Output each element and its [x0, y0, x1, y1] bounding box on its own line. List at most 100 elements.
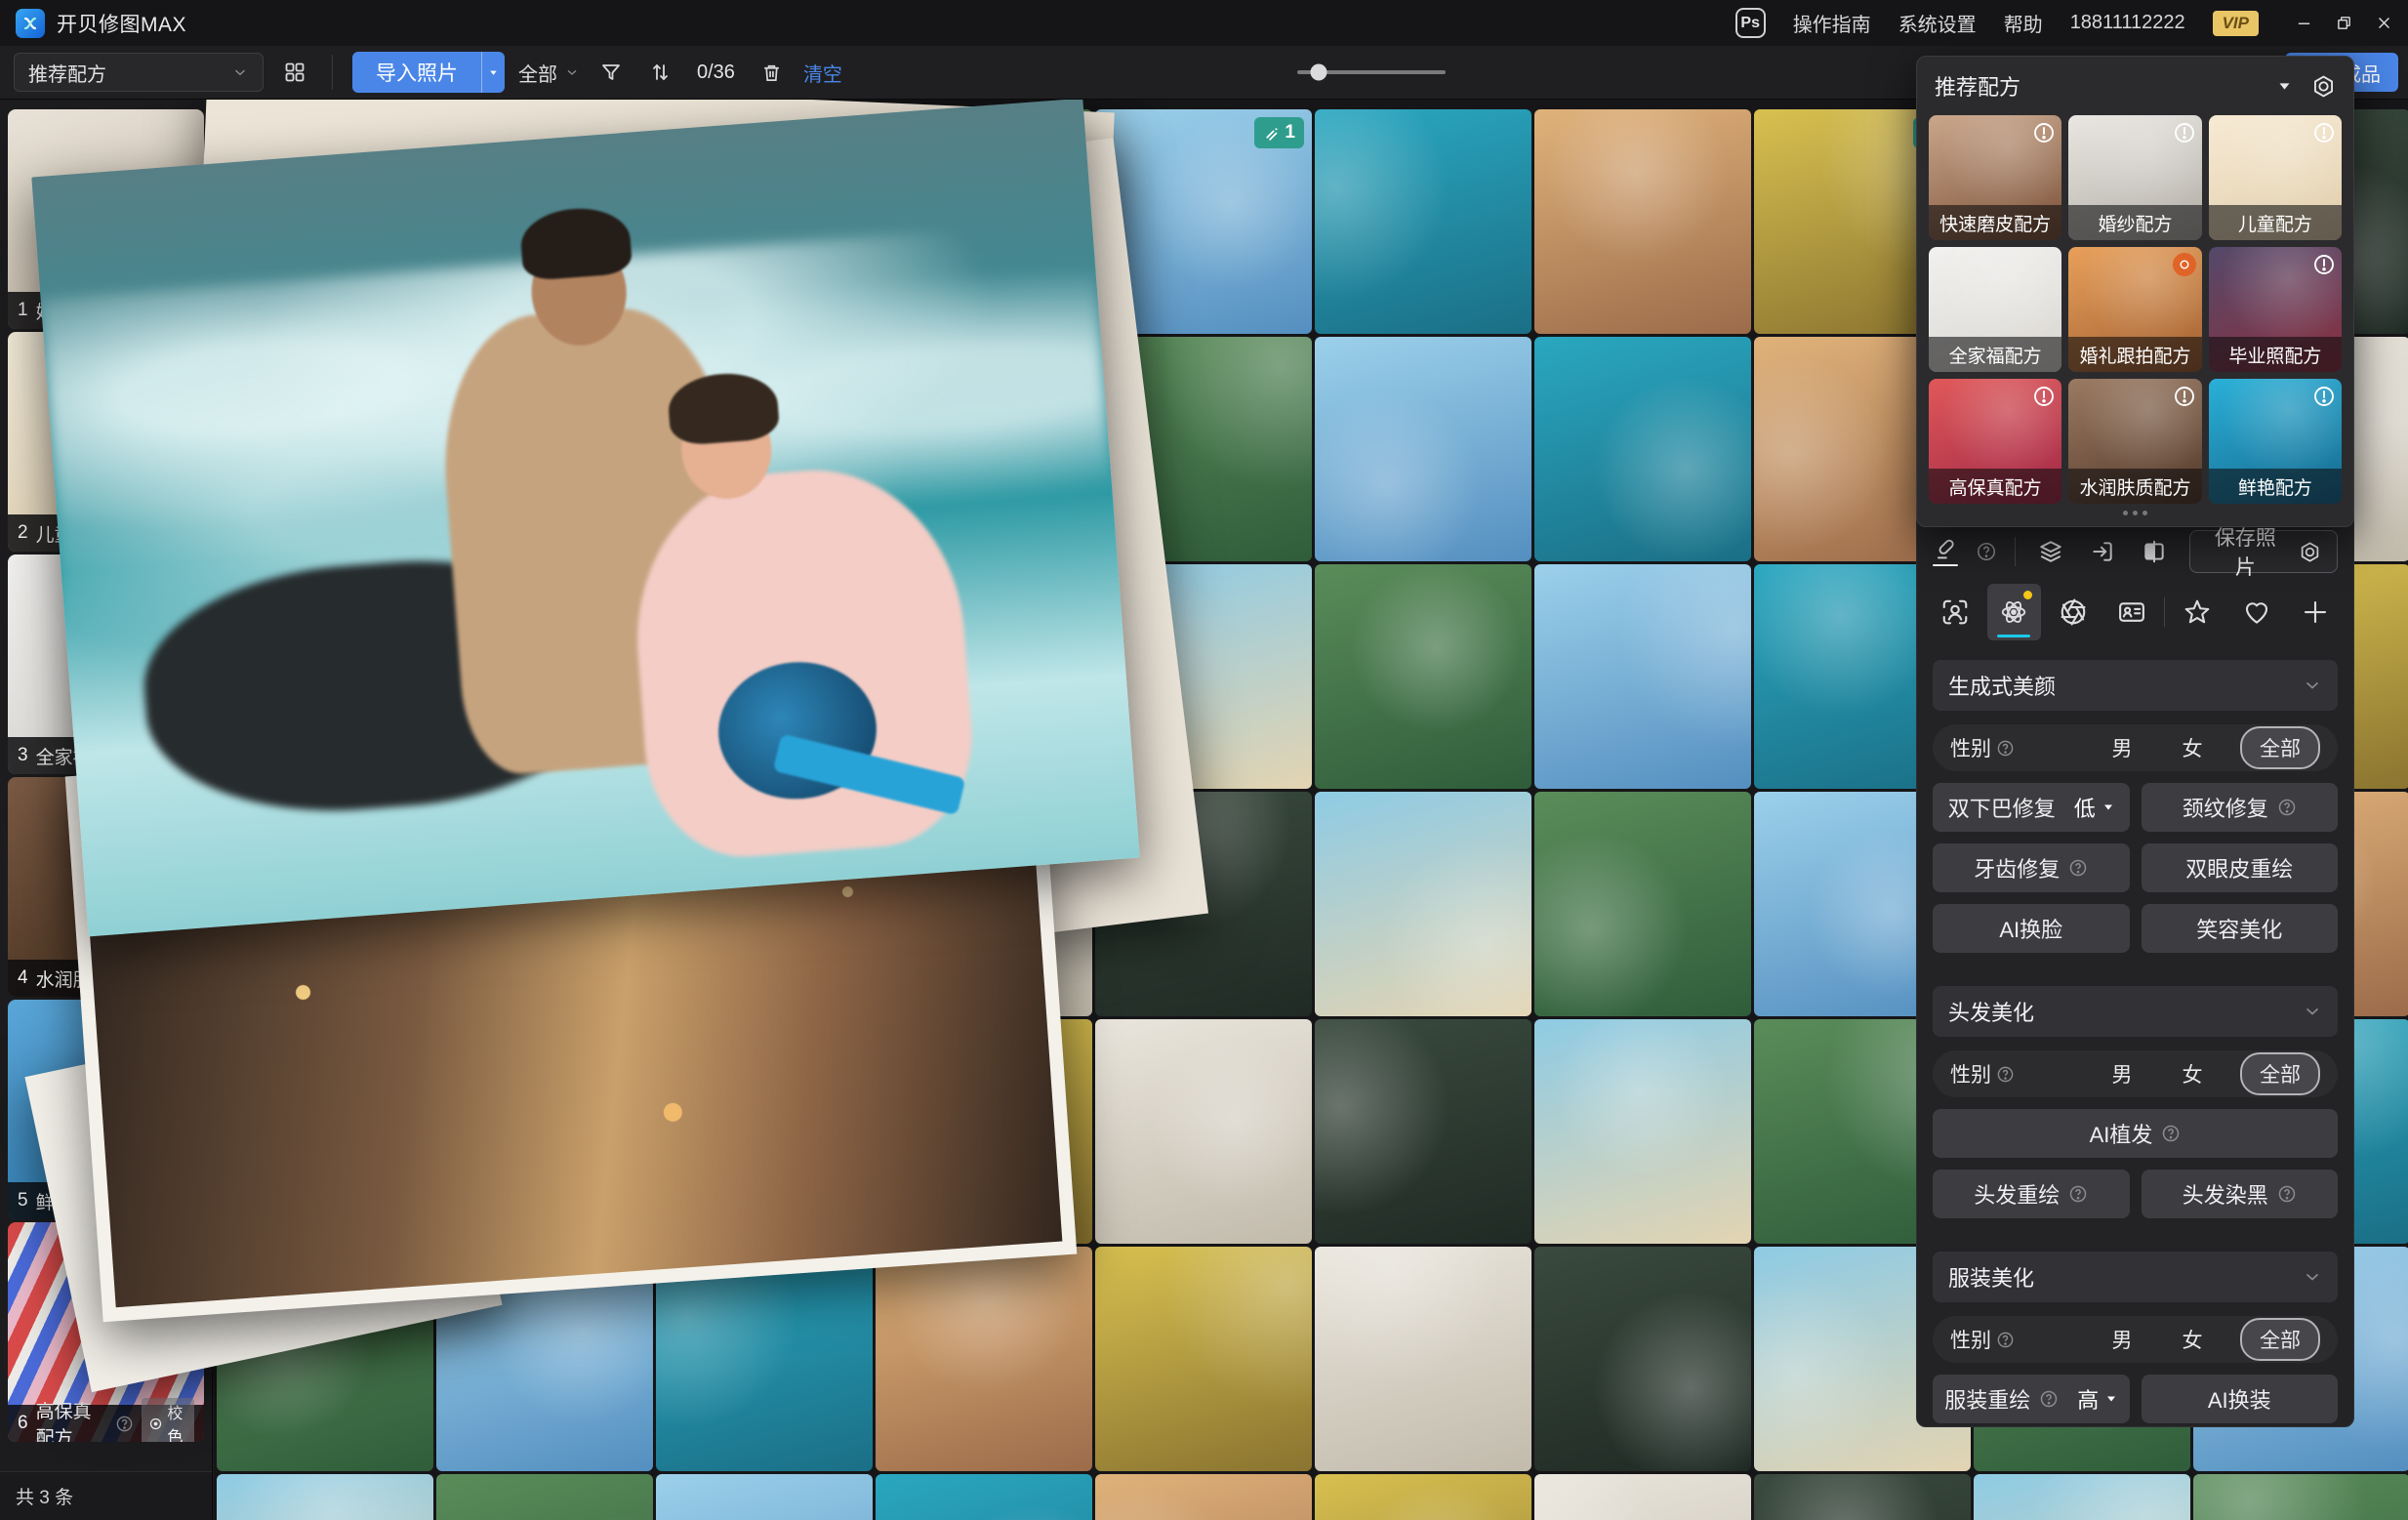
photo-thumbnail[interactable]	[2193, 1474, 2408, 1520]
feature-button[interactable]: 双眼皮重绘	[2142, 843, 2339, 892]
photo-thumbnail[interactable]	[876, 1247, 1092, 1471]
photo-thumbnail[interactable]	[217, 1474, 433, 1520]
recipes-panel-header[interactable]: 推荐配方	[1917, 57, 2353, 115]
photo-thumbnail[interactable]	[1974, 1474, 2190, 1520]
gender-option-female[interactable]: 女	[2170, 1325, 2215, 1354]
tab-face-detect[interactable]	[1929, 584, 1981, 640]
menu-help[interactable]: 帮助	[2004, 9, 2043, 37]
eraser-tool-button[interactable]	[1933, 537, 1958, 566]
photo-thumbnail[interactable]	[1315, 564, 1531, 789]
recipe-card[interactable]: 婚纱配方	[2068, 115, 2201, 240]
export-to-app-button[interactable]	[2085, 534, 2119, 569]
photo-thumbnail[interactable]	[1095, 1474, 1312, 1520]
photo-thumbnail[interactable]	[436, 1247, 653, 1471]
photo-thumbnail[interactable]	[1315, 337, 1531, 561]
menu-system-settings[interactable]: 系统设置	[1898, 9, 1977, 37]
grid-view-button[interactable]	[277, 55, 312, 90]
gear-icon[interactable]	[2311, 74, 2336, 99]
help-icon[interactable]	[1996, 1065, 2015, 1084]
photo-thumbnail[interactable]	[1534, 564, 1751, 789]
feature-button[interactable]: AI换脸	[1933, 904, 2130, 953]
photo-thumbnail[interactable]	[217, 1019, 433, 1244]
photo-thumbnail[interactable]: 1	[1095, 109, 1312, 334]
menu-guide[interactable]: 操作指南	[1793, 9, 1871, 37]
recipe-group-select[interactable]: 推荐配方	[14, 53, 264, 92]
recipe-card[interactable]: 毕业照配方	[2209, 247, 2342, 372]
recipe-card[interactable]: 儿童配方	[2209, 115, 2342, 240]
zoom-slider-handle[interactable]	[1311, 64, 1327, 81]
gender-option-male[interactable]: 男	[2100, 1059, 2144, 1089]
recipe-card[interactable]: 快速磨皮配方	[1929, 115, 2061, 240]
clear-all-link[interactable]: 清空	[803, 59, 842, 87]
import-photos-dropdown[interactable]	[481, 52, 505, 93]
help-icon[interactable]	[1976, 541, 1997, 562]
photo-thumbnail[interactable]	[1534, 337, 1751, 561]
help-icon[interactable]	[2161, 1124, 2181, 1143]
photo-thumbnail[interactable]	[1534, 1247, 1751, 1471]
gear-icon[interactable]	[2299, 541, 2321, 563]
recipe-card[interactable]: 高保真配方	[1929, 379, 2061, 504]
help-icon[interactable]	[1996, 739, 2015, 758]
photo-thumbnail[interactable]	[1315, 109, 1531, 334]
help-icon[interactable]	[2277, 798, 2297, 817]
recipe-card[interactable]: 全家福配方	[1929, 247, 2061, 372]
info-icon[interactable]	[2312, 253, 2336, 276]
help-icon[interactable]	[2039, 1389, 2059, 1409]
info-icon[interactable]	[2032, 385, 2056, 408]
photo-thumbnail[interactable]	[876, 1474, 1092, 1520]
info-icon[interactable]	[2173, 385, 2196, 408]
gender-option-male[interactable]: 男	[2100, 733, 2144, 762]
photo-thumbnail[interactable]	[876, 1019, 1092, 1244]
tab-aperture-filter[interactable]	[2047, 584, 2100, 640]
info-icon[interactable]	[2173, 121, 2196, 144]
photo-thumbnail[interactable]	[436, 1474, 653, 1520]
recipe-card[interactable]: 水润肤质配方	[2068, 379, 2201, 504]
filter-funnel-button[interactable]	[593, 55, 629, 90]
gender-option-female[interactable]: 女	[2170, 733, 2215, 762]
gender-option-all[interactable]: 全部	[2240, 1318, 2320, 1361]
photo-thumbnail[interactable]	[1534, 109, 1751, 334]
restore-icon[interactable]	[2336, 15, 2352, 31]
color-calibration-badge[interactable]: 校色	[142, 1398, 194, 1442]
help-icon[interactable]	[2068, 858, 2088, 878]
sidebar-recipe-item[interactable]: 5 鲜艳配方	[8, 1000, 204, 1219]
minimize-icon[interactable]	[2296, 15, 2312, 31]
thumbnail-zoom-slider[interactable]	[1297, 70, 1446, 74]
sidebar-recipe-item[interactable]: 6 高保真配方 校色	[8, 1222, 204, 1442]
recipe-card[interactable]: 婚礼跟拍配方	[2068, 247, 2201, 372]
section-header[interactable]: 头发美化	[1933, 986, 2338, 1037]
help-icon[interactable]	[115, 1415, 134, 1433]
photo-thumbnail[interactable]	[1315, 1019, 1531, 1244]
feature-button[interactable]: 笑容美化	[2142, 904, 2339, 953]
feature-button[interactable]: 牙齿修复	[1933, 843, 2130, 892]
feature-level-value[interactable]: 高	[2077, 1383, 2117, 1415]
vip-badge[interactable]: VIP	[2213, 11, 2259, 36]
photo-thumbnail[interactable]	[1315, 1247, 1531, 1471]
feature-button[interactable]: 服装重绘 高	[1933, 1375, 2130, 1423]
gender-option-all[interactable]: 全部	[2240, 726, 2320, 769]
section-header[interactable]: 服装美化	[1933, 1252, 2338, 1302]
feature-button[interactable]: 颈纹修复	[2142, 783, 2339, 832]
photo-thumbnail[interactable]	[656, 1247, 873, 1471]
import-photos-button[interactable]: 导入照片	[352, 52, 481, 93]
gender-option-all[interactable]: 全部	[2240, 1052, 2320, 1095]
feature-button[interactable]: 双下巴修复 低	[1933, 783, 2130, 832]
close-icon[interactable]	[2376, 15, 2392, 31]
photo-thumbnail[interactable]	[1534, 1474, 1751, 1520]
photo-thumbnail[interactable]	[1095, 1247, 1312, 1471]
layers-button[interactable]	[2033, 534, 2067, 569]
dropdown-caret-icon[interactable]	[2277, 79, 2292, 94]
feature-button[interactable]: 头发重绘	[1933, 1170, 2130, 1218]
gender-option-male[interactable]: 男	[2100, 1325, 2144, 1354]
feature-button[interactable]: AI植发	[1933, 1109, 2338, 1158]
photo-thumbnail[interactable]	[1095, 337, 1312, 561]
info-icon[interactable]	[2032, 121, 2056, 144]
photo-thumbnail[interactable]	[1754, 1474, 1971, 1520]
account-phone[interactable]: 18811112222	[2070, 12, 2185, 34]
photo-thumbnail[interactable]	[656, 1474, 873, 1520]
feature-button[interactable]: AI换装	[2142, 1375, 2339, 1423]
filter-status-select[interactable]: 全部	[518, 59, 580, 87]
tab-id-photo[interactable]	[2105, 584, 2158, 640]
section-header[interactable]: 生成式美颜	[1933, 660, 2338, 711]
tab-favorites[interactable]	[2171, 584, 2224, 640]
